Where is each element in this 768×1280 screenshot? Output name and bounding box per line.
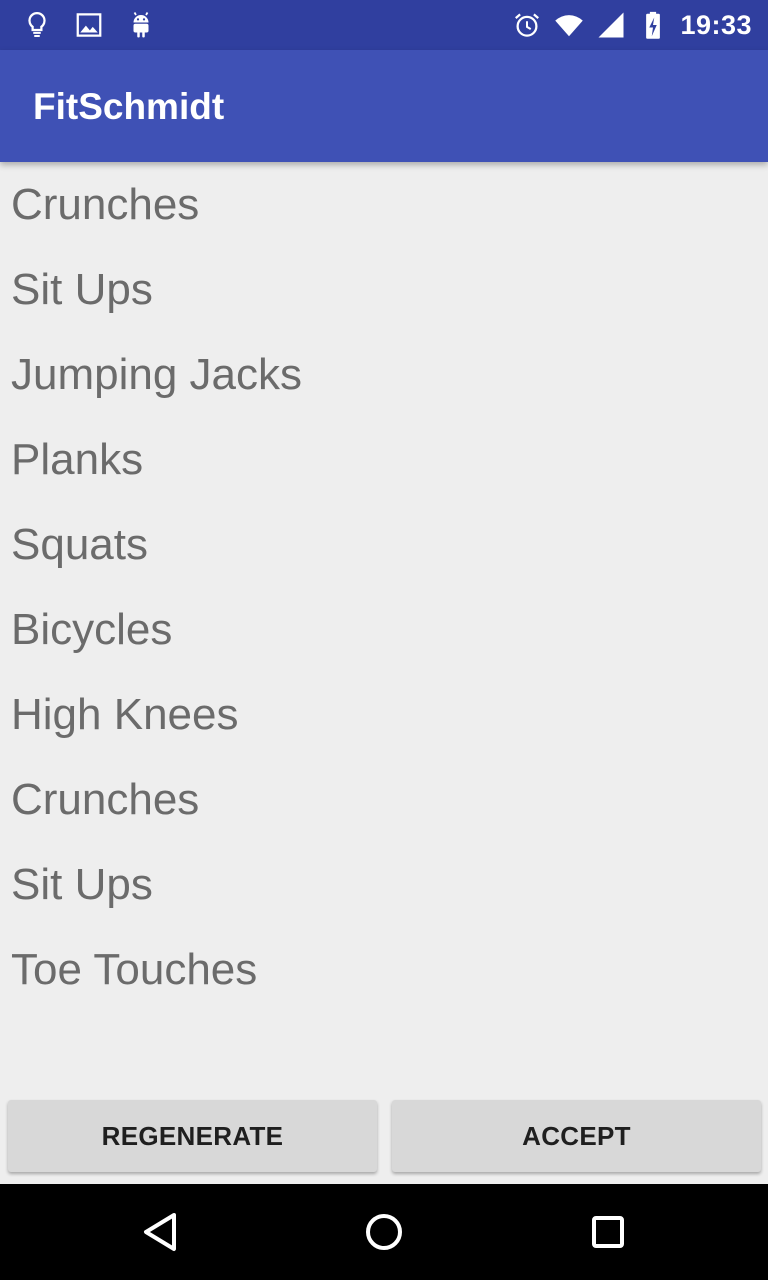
navigation-bar xyxy=(0,1184,768,1280)
system-icons: 19:33 xyxy=(512,9,752,41)
list-item[interactable]: Squats xyxy=(0,502,768,587)
list-item[interactable]: Crunches xyxy=(0,757,768,842)
image-icon xyxy=(74,10,104,40)
notification-icons xyxy=(22,9,156,41)
list-item[interactable]: High Knees xyxy=(0,672,768,757)
list-item[interactable]: Crunches xyxy=(0,162,768,247)
list-item[interactable]: Jumping Jacks xyxy=(0,332,768,417)
status-bar: 19:33 xyxy=(0,0,768,50)
list-item[interactable]: Planks xyxy=(0,417,768,502)
accept-button[interactable]: ACCEPT xyxy=(392,1100,761,1172)
exercise-list: Crunches Sit Ups Jumping Jacks Planks Sq… xyxy=(0,162,768,1012)
battery-charging-icon xyxy=(638,10,668,40)
status-time: 19:33 xyxy=(680,9,752,40)
list-item[interactable]: Toe Touches xyxy=(0,927,768,1012)
lightbulb-icon xyxy=(22,10,52,40)
android-icon xyxy=(126,10,156,40)
signal-icon xyxy=(596,10,626,40)
alarm-icon xyxy=(512,10,542,40)
list-item[interactable]: Sit Ups xyxy=(0,842,768,927)
recents-icon[interactable] xyxy=(584,1208,632,1256)
regenerate-button[interactable]: REGENERATE xyxy=(8,1100,377,1172)
wifi-icon xyxy=(554,10,584,40)
app-title: FitSchmidt xyxy=(33,86,225,127)
app-bar: FitSchmidt xyxy=(0,50,768,162)
back-icon[interactable] xyxy=(136,1208,184,1256)
button-row: REGENERATE ACCEPT xyxy=(8,1100,761,1172)
list-item[interactable]: Bicycles xyxy=(0,587,768,672)
home-icon[interactable] xyxy=(360,1208,408,1256)
list-item[interactable]: Sit Ups xyxy=(0,247,768,332)
